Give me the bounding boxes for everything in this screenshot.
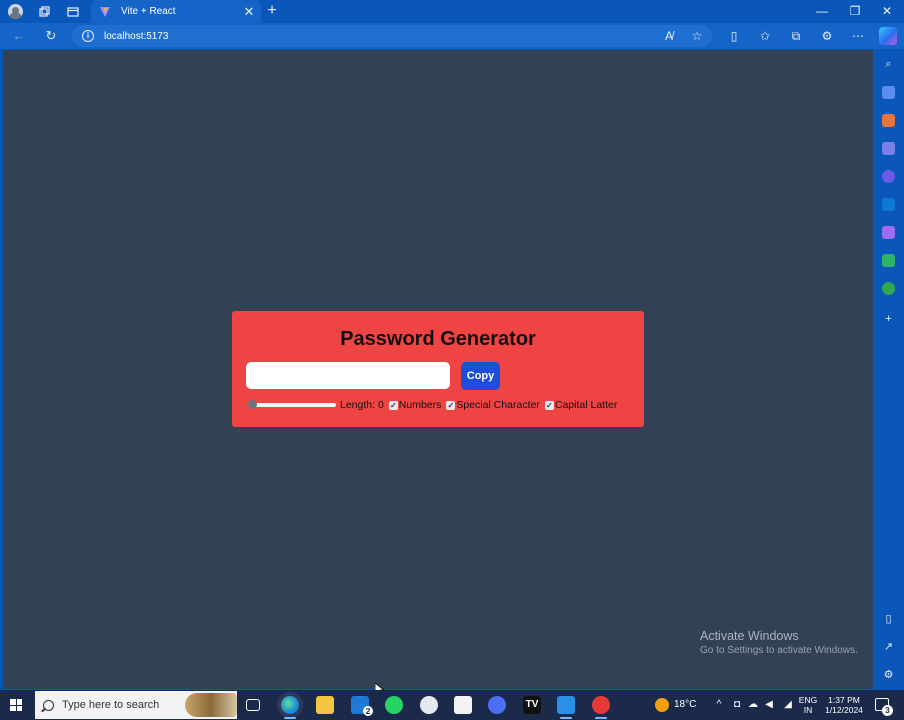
volume-icon[interactable]: ◀ [763,699,775,710]
vscode-icon[interactable] [557,696,575,714]
site-info-icon[interactable]: i [82,30,94,42]
close-tab-icon[interactable]: ✕ [241,4,257,20]
close-window-button[interactable]: ✕ [876,2,898,20]
vite-icon [100,6,110,17]
password-field[interactable] [246,362,450,389]
special-character-label: Special Character [456,399,540,411]
refresh-button[interactable]: ↻ [42,27,60,45]
favorite-star-icon[interactable]: ☆ [688,27,706,45]
language-code: ENG [798,695,818,705]
favorites-icon[interactable]: ✩ [756,27,774,45]
numbers-label: Numbers [398,399,442,411]
show-hidden-icons-icon[interactable]: ^ [713,699,725,710]
tab-title: Vite + React [121,6,176,17]
workspaces-icon [39,5,50,17]
copy-button[interactable]: Copy [461,362,500,390]
hide-sidebar-icon[interactable]: ▯ [882,613,895,626]
options-row: Length: 0 ✓ Numbers ✓ Special Character … [248,397,618,413]
special-character-checkbox[interactable]: ✓ [446,400,456,410]
language-indicator[interactable]: ENG IN [798,695,818,715]
mail-badge: 2 [363,706,373,716]
edge-sidebar: ⌕ + ▯ ↗ ⚙ [874,49,904,690]
tradingview-icon[interactable]: TV [523,696,541,714]
tools-icon[interactable] [882,114,895,127]
watermark-subtitle: Go to Settings to activate Windows. [700,645,858,656]
profile-avatar[interactable] [8,4,23,19]
tab-actions-icon [67,6,79,17]
clock-date: 1/12/2024 [825,705,863,715]
add-sidebar-app-icon[interactable]: + [882,313,895,326]
recorder-active-indicator [595,717,607,719]
page-viewport: Password Generator Copy Length: 0 ✓ Numb… [3,50,873,697]
drop-icon[interactable] [882,254,895,267]
temperature: 18°C [674,699,697,710]
windows-taskbar: Type here to search 2 TV 18°C ^ ◘ ☁ ◀ ◢ … [0,690,904,720]
workspaces-button[interactable] [35,3,53,20]
copilot-icon[interactable] [879,27,897,45]
browser-title-bar: Vite + React ✕ + — ❐ ✕ [0,0,904,23]
region-code: IN [803,705,813,715]
restore-button[interactable]: ❐ [844,2,866,20]
length-slider[interactable] [248,399,336,411]
browser-tab[interactable]: Vite + React ✕ [91,0,261,23]
new-tab-button[interactable]: + [263,2,281,20]
network-icon[interactable]: ◢ [782,699,794,710]
clock-time: 1:37 PM [828,695,860,705]
designer-icon[interactable] [882,226,895,239]
weather-icon[interactable] [655,698,669,712]
taskbar-search-placeholder: Type here to search [62,699,160,711]
address-toolbar: ← ↻ i localhost:5173 A̸ ☆ ▯ ✩ ⧉ ⚙ ⋯ [0,23,904,49]
whatsapp-icon[interactable] [385,696,403,714]
password-generator-card: Password Generator Copy Length: 0 ✓ Numb… [232,311,644,427]
address-url: localhost:5173 [104,30,169,42]
search-icon[interactable]: ⌕ [882,58,895,71]
search-icon [43,699,54,711]
tree-icon[interactable] [882,282,895,295]
windows-start-icon[interactable] [10,699,22,711]
people-icon[interactable] [882,142,895,155]
vscode-active-indicator [560,717,572,719]
numbers-checkbox[interactable]: ✓ [388,400,398,410]
onedrive-icon[interactable]: ☁ [747,699,759,710]
collections-icon[interactable]: ⧉ [787,27,805,45]
search-highlight-image [185,693,237,717]
edge-active-indicator [284,717,296,719]
back-button[interactable]: ← [10,27,28,45]
taskbar-search-box[interactable]: Type here to search [35,691,237,719]
clock[interactable]: 1:37 PM 1/12/2024 [822,695,866,715]
split-screen-icon[interactable]: ▯ [725,27,743,45]
paint-icon[interactable] [420,696,438,714]
store-icon[interactable] [454,696,472,714]
minimize-button[interactable]: — [811,2,833,20]
more-menu-icon[interactable]: ⋯ [849,27,867,45]
clipchamp-icon[interactable] [488,696,506,714]
notification-count-badge: 3 [882,705,893,716]
games-icon[interactable] [882,170,895,183]
sidebar-settings-icon[interactable]: ⚙ [882,669,895,682]
activate-windows-watermark: Activate Windows Go to Settings to activ… [700,629,858,656]
file-explorer-icon[interactable] [316,696,334,714]
watermark-title: Activate Windows [700,629,799,643]
extensions-icon[interactable]: ⚙ [818,27,836,45]
read-aloud-button[interactable]: A̸ [660,27,678,45]
open-external-icon[interactable]: ↗ [882,641,895,654]
address-bar[interactable]: i localhost:5173 [72,25,712,47]
capital-letter-label: Capital Latter [554,399,618,411]
capital-letter-checkbox[interactable]: ✓ [544,400,554,410]
length-label: Length: 0 [340,399,384,411]
page-title: Password Generator [340,328,536,350]
slider-track [248,403,336,407]
task-view-icon[interactable] [246,699,260,711]
slider-thumb[interactable] [248,400,257,409]
shopping-tag-icon[interactable] [882,86,895,99]
meet-now-icon[interactable]: ◘ [731,699,743,710]
screen-recorder-icon[interactable] [592,696,610,714]
outlook-icon[interactable] [882,198,895,211]
edge-taskbar-icon[interactable] [281,696,299,714]
tab-actions-button[interactable] [64,3,82,20]
